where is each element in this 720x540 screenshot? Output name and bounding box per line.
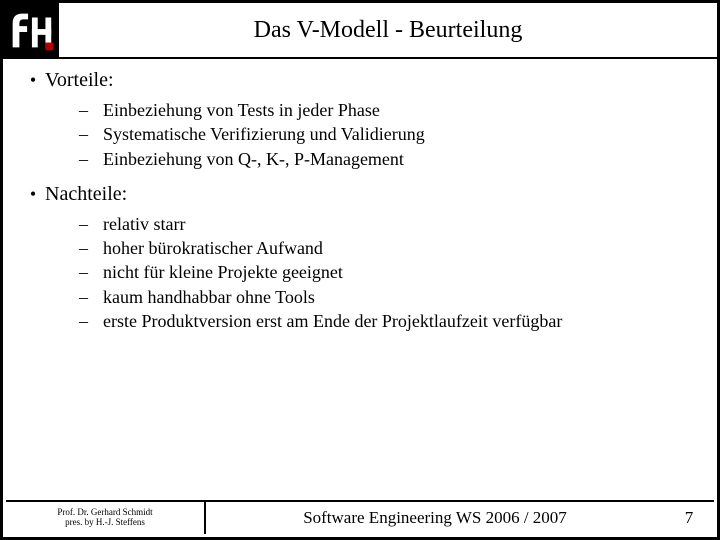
header-bar: Das V-Modell - Beurteilung bbox=[3, 3, 717, 59]
list-item-text: erste Produktversion erst am Ende der Pr… bbox=[103, 309, 562, 333]
list-item: – hoher bürokratischer Aufwand bbox=[79, 236, 699, 260]
list-item: – nicht für kleine Projekte geeignet bbox=[79, 260, 699, 284]
dash-icon: – bbox=[79, 236, 103, 260]
advantages-list: – Einbeziehung von Tests in jeder Phase … bbox=[21, 98, 699, 171]
dash-icon: – bbox=[79, 212, 103, 236]
footer-author: Prof. Dr. Gerhard Schmidt pres. by H.-J.… bbox=[6, 502, 206, 534]
dash-icon: – bbox=[79, 260, 103, 284]
author-line-2: pres. by H.-J. Steffens bbox=[65, 518, 145, 528]
slide-content: • Vorteile: – Einbeziehung von Tests in … bbox=[3, 59, 717, 333]
list-item-text: Systematische Verifizierung und Validier… bbox=[103, 122, 425, 146]
section-label: Nachteile: bbox=[45, 181, 127, 208]
dash-icon: – bbox=[79, 285, 103, 309]
slide-title: Das V-Modell - Beurteilung bbox=[254, 17, 523, 44]
list-item: – Einbeziehung von Q-, K-, P-Management bbox=[79, 147, 699, 171]
list-item-text: Einbeziehung von Tests in jeder Phase bbox=[103, 98, 380, 122]
title-container: Das V-Modell - Beurteilung bbox=[59, 3, 717, 57]
dash-icon: – bbox=[79, 147, 103, 171]
bullet-icon: • bbox=[21, 68, 45, 92]
fh-logo-icon bbox=[3, 3, 57, 59]
list-item: – Systematische Verifizierung und Validi… bbox=[79, 122, 699, 146]
disadvantages-list: – relativ starr – hoher bürokratischer A… bbox=[21, 212, 699, 333]
section-label: Vorteile: bbox=[45, 67, 114, 94]
fh-logo bbox=[3, 3, 59, 59]
list-item-text: kaum handhabbar ohne Tools bbox=[103, 285, 315, 309]
bullet-icon: • bbox=[21, 182, 45, 206]
footer-bar: Prof. Dr. Gerhard Schmidt pres. by H.-J.… bbox=[6, 500, 714, 534]
list-item-text: Einbeziehung von Q-, K-, P-Management bbox=[103, 147, 404, 171]
list-item-text: hoher bürokratischer Aufwand bbox=[103, 236, 323, 260]
list-item: – relativ starr bbox=[79, 212, 699, 236]
section-heading: • Nachteile: bbox=[21, 181, 699, 208]
list-item: – kaum handhabbar ohne Tools bbox=[79, 285, 699, 309]
footer-course: Software Engineering WS 2006 / 2007 bbox=[206, 502, 664, 534]
dash-icon: – bbox=[79, 122, 103, 146]
slide-frame: Das V-Modell - Beurteilung • Vorteile: –… bbox=[0, 0, 720, 540]
list-item-text: relativ starr bbox=[103, 212, 185, 236]
list-item: – erste Produktversion erst am Ende der … bbox=[79, 309, 699, 333]
list-item: – Einbeziehung von Tests in jeder Phase bbox=[79, 98, 699, 122]
list-item-text: nicht für kleine Projekte geeignet bbox=[103, 260, 343, 284]
dash-icon: – bbox=[79, 98, 103, 122]
page-number: 7 bbox=[664, 502, 714, 534]
section-heading: • Vorteile: bbox=[21, 67, 699, 94]
dash-icon: – bbox=[79, 309, 103, 333]
